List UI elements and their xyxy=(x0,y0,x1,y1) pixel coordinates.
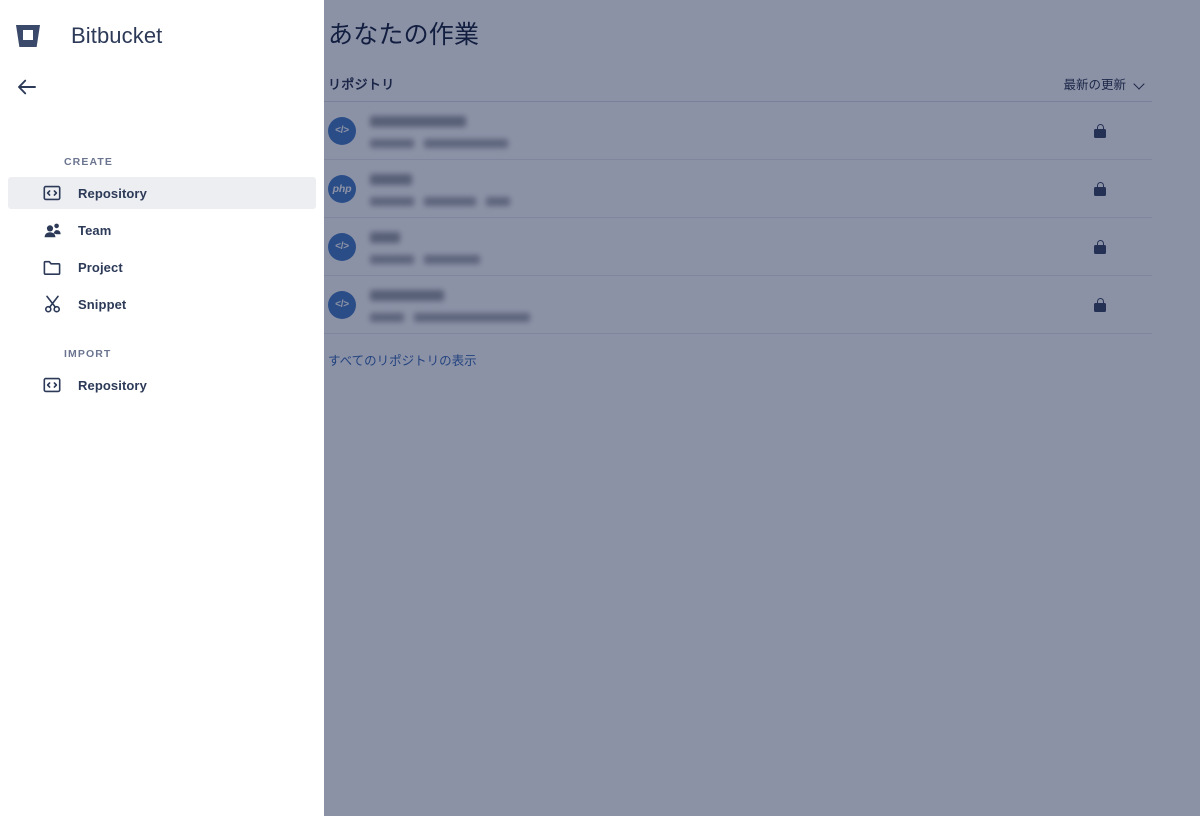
repository-meta-item xyxy=(424,196,476,206)
drawer-title: Bitbucket xyxy=(71,23,163,48)
repository-meta xyxy=(370,312,1094,322)
app-root: あなたの作業 リポジトリ 最新の更新 </> php </> </> すべてのリポジト… xyxy=(0,0,1200,816)
repository-info xyxy=(356,172,1094,206)
section-label-repositories: リポジトリ xyxy=(328,77,395,92)
sidebar-item-create-snippet[interactable]: Snippet xyxy=(8,288,316,320)
sort-dropdown[interactable]: 最新の更新 xyxy=(1063,74,1152,93)
sidebar-item-label: Repository xyxy=(78,185,147,201)
nav-group-create: CREATE Repository Team Project Snippet xyxy=(0,72,324,325)
repository-row[interactable]: </> xyxy=(324,276,1152,334)
drawer-nav: CREATE Repository Team Project Snippet IMPORT… xyxy=(0,72,324,406)
repository-meta xyxy=(370,254,1094,264)
code-repository-icon xyxy=(42,183,62,203)
chevron-down-icon xyxy=(1135,80,1146,87)
repository-info xyxy=(356,230,1094,264)
repositories-section-header: リポジトリ 最新の更新 xyxy=(324,52,1152,102)
nav-section-label-create: CREATE xyxy=(64,156,113,168)
repository-info xyxy=(356,114,1094,148)
repository-meta-item xyxy=(370,196,414,206)
repository-meta xyxy=(370,196,1094,206)
repository-name[interactable] xyxy=(370,115,466,127)
repository-name[interactable] xyxy=(370,289,444,301)
sidebar-item-create-repository[interactable]: Repository xyxy=(8,177,316,209)
repository-meta-item xyxy=(414,312,530,322)
lock-icon xyxy=(1094,297,1106,312)
repository-row[interactable]: </> xyxy=(324,218,1152,276)
main-content: あなたの作業 リポジトリ 最新の更新 </> php </> </> すべてのリポジト… xyxy=(324,0,1200,816)
page-title: あなたの作業 xyxy=(328,21,480,49)
sidebar-item-label: Repository xyxy=(78,377,147,393)
nav-group-import: IMPORT Repository xyxy=(0,325,324,406)
sidebar-item-label: Team xyxy=(78,222,112,238)
code-avatar-icon: </> xyxy=(328,290,356,319)
sidebar-item-create-team[interactable]: Team xyxy=(8,214,316,246)
people-team-icon xyxy=(42,220,62,240)
repository-name[interactable] xyxy=(370,173,412,185)
sidebar-item-label: Project xyxy=(78,259,123,275)
bitbucket-logo-icon xyxy=(14,23,42,49)
sidebar-item-import-repository[interactable]: Repository xyxy=(8,369,316,401)
sort-dropdown-label: 最新の更新 xyxy=(1063,78,1126,92)
lock-icon xyxy=(1094,181,1106,196)
lock-icon xyxy=(1094,123,1106,138)
code-avatar-icon: </> xyxy=(328,116,356,145)
repository-row[interactable]: </> xyxy=(324,102,1152,160)
view-all-repositories-link[interactable]: すべてのリポジトリの表示 xyxy=(324,334,477,369)
arrow-left-icon[interactable] xyxy=(17,79,37,95)
repository-meta xyxy=(370,138,1094,148)
php-avatar-icon: php xyxy=(328,174,356,203)
repository-name[interactable] xyxy=(370,231,400,243)
repository-list: </> php </> </> xyxy=(324,102,1152,334)
scissors-snippet-icon xyxy=(42,294,62,314)
repository-meta-item xyxy=(370,254,414,264)
sidebar-item-label: Snippet xyxy=(78,296,127,312)
repository-meta-item xyxy=(370,312,404,322)
code-avatar-icon: </> xyxy=(328,232,356,261)
folder-project-icon xyxy=(42,257,62,277)
code-repository-icon xyxy=(42,375,62,395)
nav-section-label-import: IMPORT xyxy=(64,348,112,360)
repository-meta-item xyxy=(424,138,508,148)
repository-info xyxy=(356,288,1094,322)
repository-meta-item xyxy=(486,196,510,206)
sidebar-item-create-project[interactable]: Project xyxy=(8,251,316,283)
repository-row[interactable]: php xyxy=(324,160,1152,218)
lock-icon xyxy=(1094,239,1106,254)
repository-meta-item xyxy=(370,138,414,148)
repository-meta-item xyxy=(424,254,480,264)
drawer-header: Bitbucket xyxy=(0,0,324,72)
create-drawer: Bitbucket CREATE Repository Team Project Sni… xyxy=(0,0,324,816)
